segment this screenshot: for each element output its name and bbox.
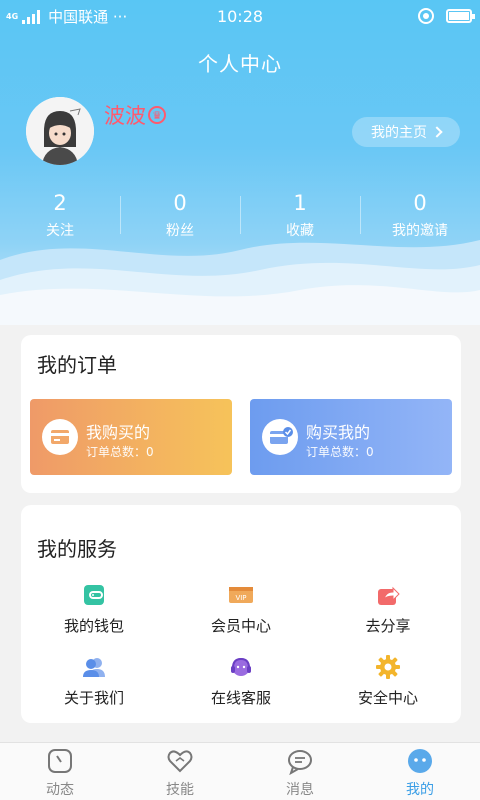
profile-header: 4G 中国联通 ··· 10:28 个人中心 波波 ♛ 我的主页 2 关注 0 …	[0, 0, 480, 325]
service-vip[interactable]: VIP 会员中心	[168, 583, 314, 641]
username: 波波 ♛	[104, 100, 166, 130]
stats-row: 2 关注 0 粉丝 1 收藏 0 我的邀请	[0, 190, 480, 240]
stat-fans[interactable]: 0 粉丝	[120, 190, 240, 240]
status-bar: 4G 中国联通 ··· 10:28	[0, 0, 480, 32]
orders-title: 我的订单	[37, 353, 117, 377]
tab-label: 动态	[46, 782, 74, 798]
service-share[interactable]: 去分享	[315, 583, 461, 641]
profile-face-icon	[408, 749, 432, 773]
my-homepage-button[interactable]: 我的主页	[352, 117, 460, 147]
vip-icon: VIP	[229, 587, 253, 603]
service-label: 在线客服	[210, 689, 271, 707]
card-icon	[42, 419, 78, 455]
card-check-icon	[262, 419, 298, 455]
tab-messages[interactable]: 消息	[240, 743, 360, 800]
battery-icon	[446, 9, 475, 23]
security-gear-icon	[376, 655, 400, 679]
service-label: 去分享	[365, 617, 411, 635]
stat-following[interactable]: 2 关注	[0, 190, 120, 240]
avatar[interactable]	[26, 97, 94, 165]
stat-invitations[interactable]: 0 我的邀请	[360, 190, 480, 240]
service-label: 安全中心	[357, 689, 418, 707]
orders-sold-count: 订单总数：0	[306, 445, 374, 459]
chevron-right-icon	[431, 126, 443, 138]
tab-profile[interactable]: 我的	[360, 743, 480, 800]
stat-value: 0	[413, 191, 427, 215]
avatar-image	[26, 97, 94, 165]
orders-sold-label: 购买我的	[306, 423, 371, 442]
heart-icon	[167, 750, 193, 773]
service-label: 关于我们	[63, 689, 124, 707]
tab-skills[interactable]: 技能	[120, 743, 240, 800]
my-homepage-label: 我的主页	[371, 125, 427, 141]
headset-icon	[231, 657, 251, 676]
message-icon	[288, 750, 312, 775]
stat-label: 粉丝	[166, 223, 194, 239]
tab-feed[interactable]: 动态	[0, 743, 120, 800]
orders-bought-label: 我购买的	[86, 423, 151, 442]
header-wave-decoration	[0, 240, 480, 325]
service-label: 会员中心	[210, 617, 271, 635]
service-wallet[interactable]: 我的钱包	[21, 583, 167, 641]
crown-badge-icon: ♛	[148, 106, 166, 124]
share-icon	[378, 586, 400, 605]
tab-label: 技能	[166, 782, 194, 798]
about-users-icon	[83, 658, 105, 677]
username-text: 波波	[104, 104, 146, 128]
services-card: 我的服务 我的钱包 VIP 会员中心 去分享 关于我们 在线客服 安全中心	[21, 505, 461, 723]
stat-label: 我的邀请	[392, 223, 448, 239]
orders-bought-button[interactable]: 我购买的 订单总数：0	[30, 399, 232, 475]
clock-time: 10:28	[216, 7, 264, 26]
service-label: 我的钱包	[63, 617, 124, 635]
bottom-tab-bar: 动态 技能 消息 我的	[0, 742, 480, 800]
stat-favorites[interactable]: 1 收藏	[240, 190, 360, 240]
orders-bought-count: 订单总数：0	[86, 445, 154, 459]
tab-label: 我的	[406, 782, 434, 798]
orders-sold-button[interactable]: 购买我的 订单总数：0	[250, 399, 452, 475]
service-about-us[interactable]: 关于我们	[21, 655, 167, 713]
location-icon	[418, 8, 434, 24]
orders-card: 我的订单 我购买的 订单总数：0 购买我的 订单总数：0	[21, 335, 461, 493]
stat-value: 1	[293, 191, 307, 215]
wallet-icon	[84, 585, 104, 605]
clock-icon	[48, 749, 72, 773]
svg-text:VIP: VIP	[235, 594, 246, 602]
stat-label: 收藏	[286, 223, 314, 239]
service-customer-support[interactable]: 在线客服	[168, 655, 314, 713]
page-title: 个人中心	[198, 52, 282, 76]
service-security[interactable]: 安全中心	[315, 655, 461, 713]
tab-label: 消息	[286, 782, 314, 798]
stat-value: 2	[53, 191, 67, 215]
stat-value: 0	[173, 191, 187, 215]
services-title: 我的服务	[37, 537, 117, 561]
stat-label: 关注	[46, 223, 74, 239]
